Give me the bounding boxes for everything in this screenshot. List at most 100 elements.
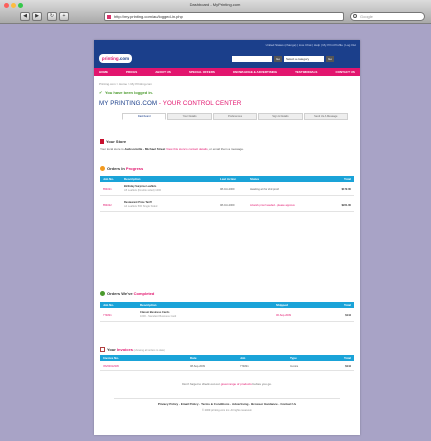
column-header: Shipped bbox=[276, 303, 288, 307]
copyright: © 2009 printing.com inc. All rights rese… bbox=[201, 409, 253, 412]
order-status-link[interactable]: Artwork proof needed - please approve bbox=[250, 204, 295, 208]
invoices-table-header: Invoice No. Date Job Type Total bbox=[100, 355, 354, 361]
add-bookmark-button[interactable]: + bbox=[59, 12, 69, 21]
invoices-heading-highlight: Invoices bbox=[116, 347, 133, 352]
order-status: Awaiting art for 2nd proof bbox=[250, 188, 279, 191]
logo-prefix: printing bbox=[101, 56, 119, 61]
order-total: $144 bbox=[345, 314, 351, 317]
reload-button[interactable]: ↻ bbox=[47, 12, 57, 21]
back-button[interactable]: ◀ bbox=[20, 12, 30, 21]
job-number-link[interactable]: 774821 bbox=[103, 314, 112, 318]
minimize-window-button[interactable] bbox=[11, 3, 16, 8]
store-info: Your local store is Jacksonville - Micha… bbox=[100, 147, 244, 151]
order-description-sub: A5 Leaflets (Double sided) 1000 bbox=[124, 189, 162, 192]
title-bar: Dashboard - MyPrinting.com bbox=[0, 0, 431, 11]
table-row[interactable]: 854021 Birthday Surprise Leaflets A5 Lea… bbox=[100, 184, 354, 196]
menu-item-home[interactable]: HOME bbox=[99, 70, 108, 74]
invoice-total: $144 bbox=[345, 365, 351, 368]
column-header: Date bbox=[190, 356, 197, 360]
login-confirmation: ✔ You have been logged in. bbox=[99, 90, 153, 95]
favicon-icon bbox=[107, 15, 111, 19]
reminder-suffix: before you go. bbox=[251, 382, 272, 386]
table-row[interactable]: 774821 Classic Business Cards 1000 - Sta… bbox=[100, 310, 354, 322]
invoices-heading-note: (showing all orders to date) bbox=[132, 349, 165, 352]
checkmark-icon: ✔ bbox=[99, 90, 103, 95]
completed-table-header: Job No. Description Shipped Total bbox=[100, 302, 354, 308]
site-search-go-button[interactable]: Go bbox=[274, 56, 282, 62]
close-window-button[interactable] bbox=[4, 3, 9, 8]
products-link[interactable]: great range of products bbox=[221, 382, 252, 386]
window-title: Dashboard - MyPrinting.com bbox=[189, 2, 241, 7]
site-logo[interactable]: printing.com bbox=[99, 54, 132, 63]
store-heading: Your Store bbox=[100, 139, 126, 144]
column-header: Description bbox=[140, 303, 157, 307]
menu-item-prices[interactable]: PRICES bbox=[126, 70, 137, 74]
job-number-link[interactable]: 854021 bbox=[103, 188, 112, 192]
tab-preferences[interactable]: Preferences bbox=[212, 113, 258, 120]
table-row[interactable]: 854022 Restaurant Price Tariff A4 Leafle… bbox=[100, 200, 354, 212]
menu-item-testimonials[interactable]: TESTIMONIALS bbox=[295, 70, 317, 74]
order-description-sub: 1000 - Standard Business Card bbox=[140, 315, 177, 318]
completed-heading-highlight: Completed bbox=[133, 291, 155, 296]
tab-your-details[interactable]: Your Details bbox=[167, 113, 212, 120]
tab-send-message[interactable]: Send Us A Message bbox=[303, 113, 349, 120]
menu-item-knowledge[interactable]: KNOWLEDGE & ADVERTISING bbox=[233, 70, 277, 74]
completed-heading-text: Orders We've bbox=[107, 291, 134, 296]
invoices-heading: Your Invoices (showing all orders to dat… bbox=[100, 347, 165, 352]
progress-heading: Orders In Progress bbox=[100, 166, 143, 171]
invoices-heading-text: Your bbox=[107, 347, 117, 352]
column-header: Invoice No. bbox=[103, 356, 120, 360]
menu-item-offers[interactable]: SPECIAL OFFERS bbox=[189, 70, 215, 74]
column-header: Status bbox=[250, 177, 260, 181]
order-description-sub: A4 Leaflets 500 Single Sided bbox=[124, 205, 158, 208]
progress-icon bbox=[100, 166, 105, 171]
forward-button[interactable]: ▶ bbox=[32, 12, 42, 21]
store-contact-link[interactable]: View this store's contact details bbox=[165, 147, 208, 151]
header-top-links[interactable]: United States (change) | Live Chat | Hel… bbox=[266, 43, 356, 47]
logo-suffix: .com bbox=[118, 56, 130, 61]
category-go-button[interactable]: Go bbox=[326, 56, 334, 62]
store-heading-text: Your Store bbox=[106, 139, 127, 144]
address-bar[interactable]: http://my.printing.com/au/logged-in.php bbox=[104, 12, 344, 21]
tab-sign-details[interactable]: Sign & Details bbox=[258, 113, 303, 120]
flag-icon bbox=[100, 139, 104, 144]
browser-chrome: Dashboard - MyPrinting.com ◀ ▶ ↻ + http:… bbox=[0, 0, 431, 24]
account-tabs: Dashboard Your Details Preferences Sign … bbox=[122, 113, 349, 120]
breadcrumb[interactable]: Printing.com > Home > My Printing.com bbox=[99, 82, 152, 86]
progress-heading-text: Orders In bbox=[107, 166, 126, 171]
product-reminder: Don't forget to check out our great rang… bbox=[94, 382, 360, 386]
page-title: MY PRINTING.COM - YOUR CONTROL CENTER bbox=[99, 100, 241, 107]
progress-table-header: Job No. Description Last Action Status T… bbox=[100, 176, 354, 182]
site-search-input[interactable] bbox=[232, 56, 272, 62]
category-select[interactable]: Select a category bbox=[284, 56, 324, 62]
column-header: Description bbox=[124, 177, 141, 181]
column-header: Last Action bbox=[220, 177, 237, 181]
invoice-type: Invoice bbox=[290, 365, 299, 368]
search-icon bbox=[353, 14, 357, 18]
store-name: Jacksonville - Michael Street bbox=[124, 147, 166, 151]
order-total: $221.00 bbox=[341, 204, 351, 207]
browser-search-placeholder: Google bbox=[360, 14, 373, 19]
shipped-date: 06-Sep-2009 bbox=[276, 314, 291, 317]
last-action-date: 08-Oct-2009 bbox=[220, 204, 235, 207]
footer-links[interactable]: Privacy Policy · Email Policy · Terms & … bbox=[94, 402, 360, 406]
menu-item-contact[interactable]: CONTACT US bbox=[335, 70, 354, 74]
main-menu: HOME PRICES ABOUT US SPECIAL OFFERS KNOW… bbox=[94, 68, 360, 76]
column-header: Total bbox=[344, 303, 351, 307]
column-header: Job No. bbox=[103, 303, 114, 307]
zoom-window-button[interactable] bbox=[18, 3, 23, 8]
footer-divider bbox=[114, 398, 340, 399]
invoice-number-link[interactable]: INV00012345 bbox=[103, 365, 119, 369]
progress-heading-highlight: Progress bbox=[125, 166, 144, 171]
menu-item-about[interactable]: ABOUT US bbox=[155, 70, 171, 74]
table-row[interactable]: INV00012345 08-Sep-2009 774821 Invoice $… bbox=[100, 363, 354, 371]
web-page: printing.com United States (change) | Li… bbox=[94, 40, 360, 435]
site-header: printing.com United States (change) | Li… bbox=[94, 40, 360, 68]
order-total: $172.00 bbox=[341, 188, 351, 191]
tab-dashboard[interactable]: Dashboard bbox=[122, 113, 167, 120]
page-title-main: MY PRINTING.COM bbox=[99, 100, 158, 107]
job-number-link[interactable]: 854022 bbox=[103, 204, 112, 208]
completed-heading: Orders We've Completed bbox=[100, 291, 154, 296]
store-line-suffix: , or email them a message. bbox=[207, 147, 244, 151]
browser-search-field[interactable]: Google bbox=[350, 12, 425, 21]
